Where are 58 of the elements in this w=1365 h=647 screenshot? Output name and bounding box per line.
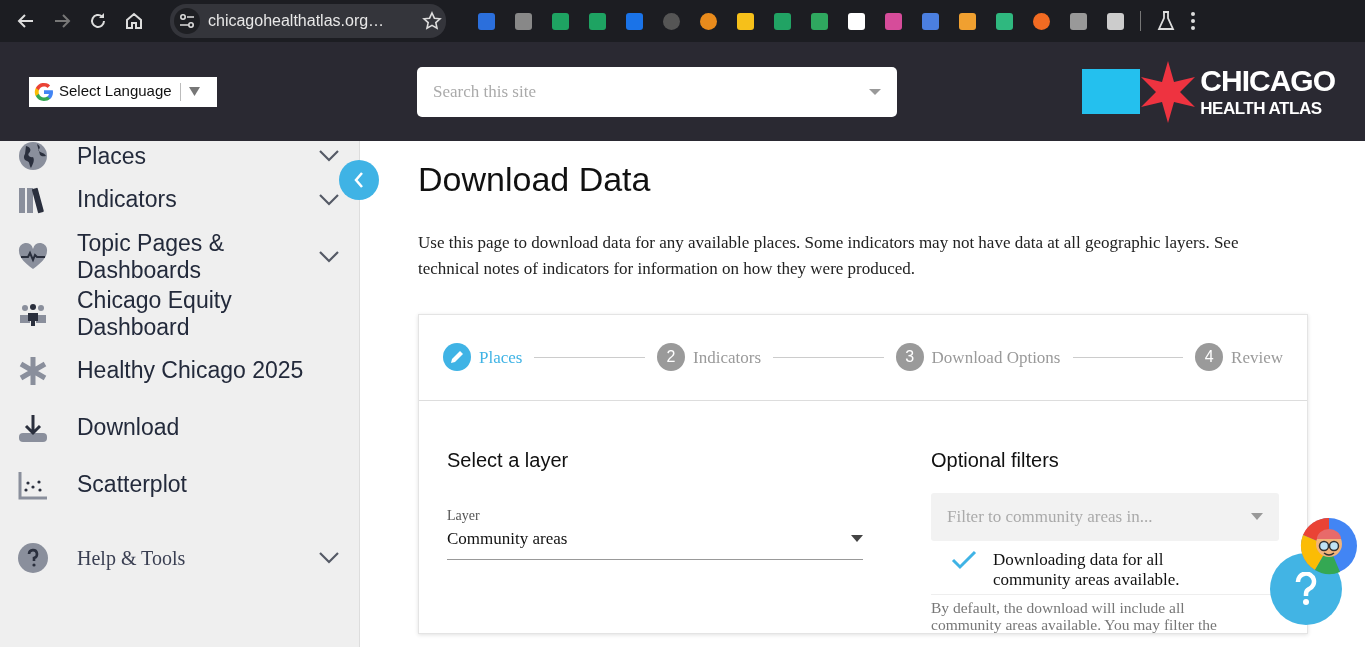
star-icon[interactable] [422,11,442,31]
heart-pulse-icon [18,241,48,272]
extension-icon[interactable] [700,12,717,30]
extension-icon[interactable] [1107,12,1124,30]
step-number: 4 [1204,347,1214,368]
step-label: Download Options [931,346,1061,369]
step-label: Indicators [693,346,761,369]
chevron-left-icon [354,172,364,188]
cartoon-avatar-icon[interactable] [1300,517,1358,575]
step-label: Places [479,346,523,369]
help-icon [18,543,48,573]
sidebar-link[interactable]: Topic Pages & Dashboards [77,230,319,283]
step-number: 3 [905,347,915,368]
extension-icon[interactable] [996,12,1013,30]
sidebar-link[interactable]: Download [77,414,327,441]
caret-icon [851,535,863,543]
caret-icon [1251,513,1263,521]
page-title: Download Data [418,159,652,200]
reload-icon[interactable] [88,11,108,31]
extension-icon[interactable] [959,12,976,30]
caret-icon [188,87,200,96]
question-mark-icon [1294,572,1318,606]
sidebar-link[interactable]: Chicago Equity Dashboard [77,287,327,340]
filter-notice: Downloading data for all community areas available. [993,549,1181,590]
extension-icon[interactable] [1070,12,1087,30]
square-logo-icon [1082,69,1141,114]
help-text: By default, the download will include all community areas available. You may filter the [931,598,1218,633]
sidebar-link[interactable]: Places [77,142,319,170]
download-icon [18,412,48,443]
sidebar-link[interactable]: Indicators [77,186,319,213]
url-text: chicagohealthatlas.org… [208,11,386,31]
scatter-chart-icon [18,469,48,500]
layer-select[interactable]: Layer Community areas [447,504,863,561]
section-heading: Select a layer [447,447,570,473]
step-label: Review [1231,346,1283,369]
caret-icon [869,88,881,95]
logo-text: HEALTH ATLAS [1200,100,1323,117]
step-number: 2 [666,347,676,368]
site-logo[interactable]: CHICAGO HEALTH ATLAS [1082,59,1335,124]
asterisk-icon [18,355,48,386]
home-icon[interactable] [124,11,144,31]
extension-icon[interactable] [848,12,865,30]
logo-text: CHICAGO [1200,66,1335,96]
sidebar-link[interactable]: Healthy Chicago 2025 [77,357,327,384]
sidebar-link[interactable]: Scatterplot [77,471,327,498]
language-select[interactable]: Select Language [29,76,217,107]
checkmark-icon [951,549,977,570]
address-bar[interactable]: chicagohealthatlas.org… [170,4,446,38]
google-logo-icon [33,80,55,103]
language-label: Select Language [59,81,172,102]
extension-icon[interactable] [737,12,754,30]
pencil-icon [450,350,464,365]
site-settings-icon[interactable] [179,14,195,28]
flask-icon[interactable] [1157,11,1175,31]
section-heading: Optional filters [931,447,1060,473]
sidebar-link[interactable]: Help & Tools [77,543,186,573]
intro-paragraph: Use this page to download data for any available places. Some indicators may not have data at all geographic layers. See technical notes of indicators for information on how they were produced. [418,231,1240,280]
more-menu-icon[interactable] [1191,12,1195,30]
